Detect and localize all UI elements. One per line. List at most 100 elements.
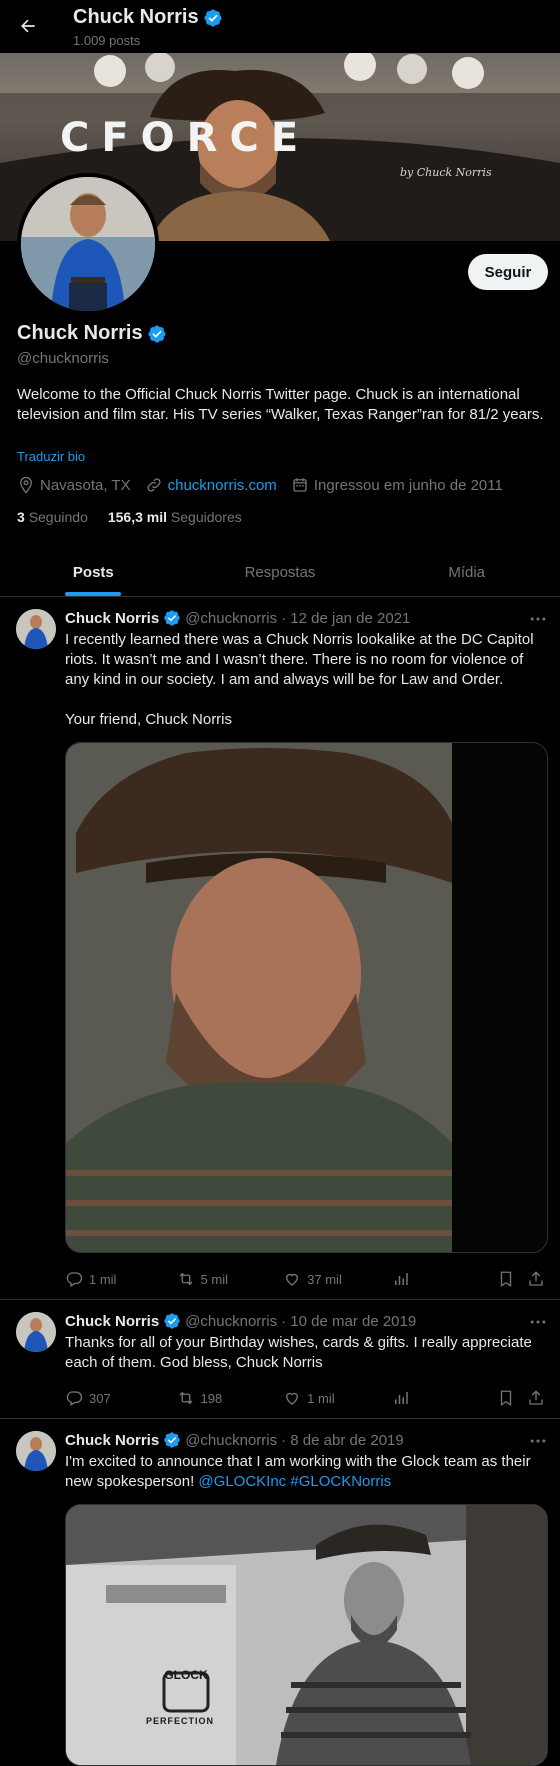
verified-badge-icon[interactable] <box>147 324 167 344</box>
avatar[interactable] <box>16 1312 56 1352</box>
profile-handle: @chucknorris <box>17 350 109 367</box>
like-button[interactable]: 1 mil <box>283 1389 392 1407</box>
joined-text: Ingressou em junho de 2011 <box>313 476 503 494</box>
repost-icon <box>177 1270 195 1288</box>
tweet[interactable]: Chuck Norris @chucknorris · 10 de mar de… <box>0 1300 560 1419</box>
website-item[interactable]: chucknorris.com <box>145 476 277 494</box>
tweet-header: Chuck Norris @chucknorris · 12 de jan de… <box>65 609 410 627</box>
location-icon <box>17 476 35 494</box>
like-icon <box>283 1389 301 1407</box>
profile-name-text: Chuck Norris <box>17 322 143 344</box>
tweet-author-name[interactable]: Chuck Norris <box>65 1313 159 1330</box>
tab-posts[interactable]: Posts <box>0 548 187 596</box>
tweet-actions: 307 198 1 mil <box>65 1388 545 1408</box>
banner-signature: by Chuck Norris <box>400 166 492 179</box>
tweet-text-paragraph: Your friend, Chuck Norris <box>65 711 233 728</box>
tweet-text: Thanks for all of your Birthday wishes, … <box>65 1334 532 1371</box>
active-tab-indicator <box>65 592 122 596</box>
verified-badge-icon <box>203 8 223 28</box>
translate-bio-link[interactable]: Traduzir bio <box>17 449 85 464</box>
header-posts-count: 1.009 posts <box>73 33 141 48</box>
back-arrow-icon[interactable] <box>14 12 42 40</box>
tab-label: Respostas <box>244 563 316 581</box>
profile-top-bar: Chuck Norris 1.009 posts <box>0 0 560 53</box>
tweet-author-handle[interactable]: @chucknorris <box>185 610 277 627</box>
reply-icon <box>65 1389 83 1407</box>
glock-tagline: PERFECTION <box>146 1716 215 1726</box>
more-icon[interactable] <box>528 1312 548 1332</box>
verified-badge-icon <box>163 1312 181 1330</box>
profile-name: Chuck Norris <box>17 322 167 345</box>
share-button[interactable] <box>527 1389 545 1407</box>
avatar[interactable] <box>16 1431 56 1471</box>
mention-link[interactable]: @GLOCKInc <box>198 1473 286 1490</box>
reply-count: 307 <box>89 1390 111 1406</box>
tweet-author-name[interactable]: Chuck Norris <box>65 1432 159 1449</box>
followers-count: 156,3 mil <box>107 509 168 525</box>
tweet-date[interactable]: · 12 de jan de 2021 <box>281 610 410 627</box>
like-button[interactable]: 37 mil <box>283 1270 392 1288</box>
tab-label: Mídia <box>448 563 486 581</box>
repost-count: 5 mil <box>200 1271 228 1287</box>
share-button[interactable] <box>527 1270 545 1288</box>
bookmark-icon <box>497 1389 515 1407</box>
tweet-author-name[interactable]: Chuck Norris <box>65 610 159 627</box>
views-button[interactable] <box>392 1389 498 1407</box>
profile-meta: Navasota, TX chucknorris.com Ingressou e… <box>17 476 503 494</box>
more-icon[interactable] <box>528 1431 548 1451</box>
hashtag-link[interactable]: #GLOCKNorris <box>290 1473 391 1490</box>
tweet[interactable]: Chuck Norris @chucknorris · 8 de abr de … <box>0 1419 560 1766</box>
tweet-text: I'm excited to announce that I am workin… <box>65 1452 545 1492</box>
tweet-text-paragraph: I recently learned there was a Chuck Nor… <box>65 631 534 688</box>
reply-icon <box>65 1270 83 1288</box>
follow-button[interactable]: Seguir <box>468 254 548 290</box>
reply-button[interactable]: 1 mil <box>65 1270 177 1288</box>
verified-badge-icon <box>163 1431 181 1449</box>
views-button[interactable] <box>392 1270 498 1288</box>
calendar-icon <box>291 476 309 494</box>
views-icon <box>392 1389 410 1407</box>
tab-media[interactable]: Mídia <box>373 548 560 596</box>
avatar[interactable] <box>16 609 56 649</box>
link-icon <box>145 476 163 494</box>
reply-button[interactable]: 307 <box>65 1389 177 1407</box>
profile-bio: Welcome to the Official Chuck Norris Twi… <box>17 386 544 423</box>
tweet-author-handle[interactable]: @chucknorris <box>185 1432 277 1449</box>
profile-avatar[interactable] <box>17 173 159 315</box>
repost-icon <box>177 1389 195 1407</box>
more-icon[interactable] <box>528 609 548 629</box>
tab-label: Posts <box>72 563 114 581</box>
tweet[interactable]: Chuck Norris @chucknorris · 12 de jan de… <box>0 597 560 1300</box>
tweet-header: Chuck Norris @chucknorris · 8 de abr de … <box>65 1431 404 1449</box>
repost-button[interactable]: 5 mil <box>177 1270 284 1288</box>
repost-button[interactable]: 198 <box>177 1389 284 1407</box>
location-text: Navasota, TX <box>40 476 131 494</box>
tweet-date[interactable]: · 8 de abr de 2019 <box>281 1432 404 1449</box>
share-icon <box>527 1389 545 1407</box>
tweet-image[interactable] <box>65 742 548 1253</box>
website-link[interactable]: chucknorris.com <box>168 477 277 494</box>
followers-link[interactable]: 156,3 mil Seguidores <box>108 509 242 525</box>
bookmark-icon <box>497 1270 515 1288</box>
following-link[interactable]: 3 Seguindo <box>17 509 88 525</box>
tweet-image[interactable]: GLOCK PERFECTION <box>65 1504 548 1766</box>
following-label: Seguindo <box>28 509 88 525</box>
header-name: Chuck Norris <box>73 6 223 29</box>
profile-tabs: Posts Respostas Mídia <box>0 548 560 597</box>
like-icon <box>283 1270 301 1288</box>
like-count: 1 mil <box>307 1390 335 1406</box>
tab-replies[interactable]: Respostas <box>187 548 374 596</box>
like-count: 37 mil <box>307 1271 342 1287</box>
verified-badge-icon <box>163 609 181 627</box>
location-item: Navasota, TX <box>17 476 131 494</box>
tweet-actions: 1 mil 5 mil 37 mil <box>65 1269 545 1289</box>
follow-counts: 3 Seguindo 156,3 mil Seguidores <box>17 509 242 525</box>
tweet-text: I recently learned there was a Chuck Nor… <box>65 630 545 730</box>
tweet-date[interactable]: · 10 de mar de 2019 <box>281 1313 416 1330</box>
bookmark-button[interactable] <box>497 1389 527 1407</box>
bookmark-button[interactable] <box>497 1270 527 1288</box>
joined-item: Ingressou em junho de 2011 <box>291 476 503 494</box>
share-icon <box>527 1270 545 1288</box>
followers-label: Seguidores <box>170 509 242 525</box>
tweet-author-handle[interactable]: @chucknorris <box>185 1313 277 1330</box>
